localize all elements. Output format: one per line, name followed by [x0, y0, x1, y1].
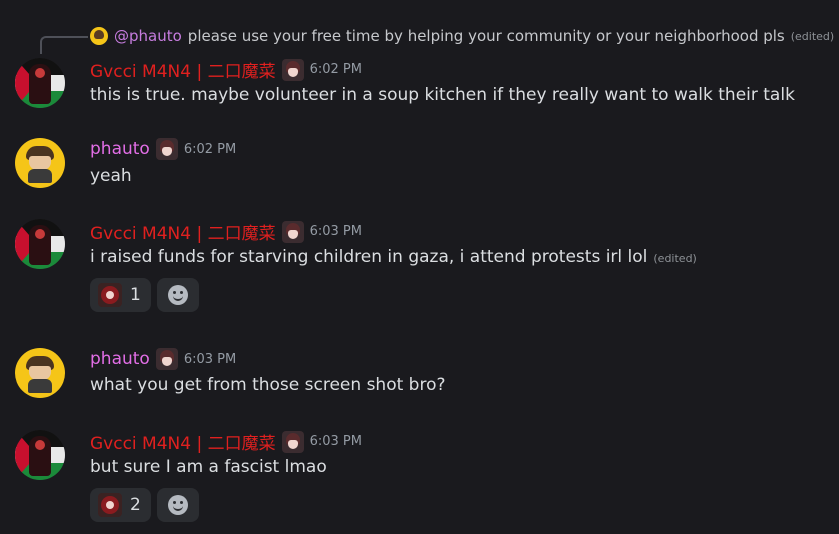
- reaction-button[interactable]: 2: [90, 488, 151, 522]
- message-header: phauto 6:02 PM: [90, 138, 236, 160]
- add-reaction-button[interactable]: [156, 278, 199, 312]
- anime-girl-badge-icon: [281, 430, 304, 453]
- edited-tag: (edited): [790, 29, 835, 43]
- reply-mention[interactable]: @phauto: [114, 27, 182, 45]
- author-name[interactable]: phauto: [90, 349, 150, 369]
- avatar[interactable]: [15, 138, 65, 188]
- message-header: Gvcci M4N4 | 二口魔菜 6:03 PM: [90, 219, 362, 244]
- anime-girl-badge-icon: [155, 348, 178, 370]
- edited-tag: (edited): [653, 252, 697, 265]
- reply-connector: [40, 36, 88, 54]
- reaction-emoji-icon: [98, 283, 122, 307]
- add-reaction-button[interactable]: [156, 488, 199, 522]
- reaction-button[interactable]: 1: [90, 278, 151, 312]
- anime-girl-badge-icon: [281, 58, 304, 81]
- message-text: yeah: [90, 166, 132, 186]
- message-text: i raised funds for starving children in …: [90, 247, 697, 267]
- author-name[interactable]: phauto: [90, 139, 150, 159]
- reaction-count: 1: [130, 285, 141, 305]
- reply-text: please use your free time by helping you…: [187, 27, 785, 45]
- timestamp: 6:03 PM: [309, 224, 362, 239]
- author-name[interactable]: Gvcci M4N4 | 二口魔菜: [90, 57, 276, 82]
- reaction-count: 2: [130, 495, 141, 515]
- avatar[interactable]: [15, 219, 65, 269]
- message-text: this is true. maybe volunteer in a soup …: [90, 85, 795, 105]
- message-header: Gvcci M4N4 | 二口魔菜 6:02 PM: [90, 57, 362, 82]
- timestamp: 6:03 PM: [183, 351, 237, 367]
- reactions-bar: 2: [90, 488, 199, 522]
- message-text: but sure I am a fascist lmao: [90, 457, 327, 477]
- message-text: what you get from those screen shot bro?: [90, 375, 446, 395]
- reply-avatar: [90, 27, 108, 45]
- author-name[interactable]: Gvcci M4N4 | 二口魔菜: [90, 429, 276, 454]
- smile-plus-icon: [167, 285, 188, 305]
- author-name[interactable]: Gvcci M4N4 | 二口魔菜: [90, 219, 276, 244]
- reaction-emoji-icon: [98, 493, 122, 517]
- timestamp: 6:02 PM: [183, 141, 237, 157]
- message-header: Gvcci M4N4 | 二口魔菜 6:03 PM: [90, 429, 362, 454]
- anime-girl-badge-icon: [281, 220, 304, 243]
- avatar[interactable]: [15, 430, 65, 480]
- avatar[interactable]: [15, 58, 65, 108]
- reactions-bar: 1: [90, 278, 199, 312]
- smile-plus-icon: [167, 495, 188, 515]
- avatar[interactable]: [15, 348, 65, 398]
- timestamp: 6:02 PM: [309, 62, 362, 77]
- message-header: phauto 6:03 PM: [90, 348, 236, 370]
- message-text-content: i raised funds for starving children in …: [90, 247, 648, 267]
- timestamp: 6:03 PM: [309, 434, 362, 449]
- reply-preview[interactable]: @phauto please use your free time by hel…: [90, 26, 834, 46]
- anime-girl-badge-icon: [155, 138, 178, 160]
